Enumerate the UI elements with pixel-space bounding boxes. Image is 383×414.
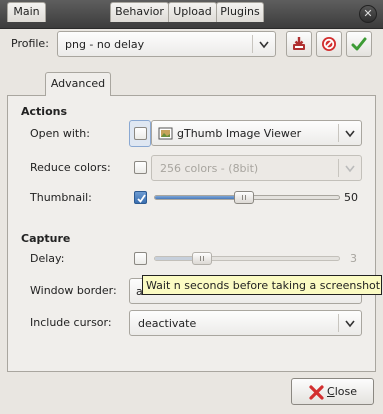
tab-upload[interactable]: Upload bbox=[168, 2, 217, 22]
close-label: Close bbox=[327, 385, 357, 398]
profile-combo[interactable]: png - no delay bbox=[57, 31, 276, 57]
open-with-combo[interactable]: gThumb Image Viewer bbox=[151, 120, 362, 146]
tab-behavior[interactable]: Behavior bbox=[110, 2, 169, 22]
include-cursor-label: Include cursor: bbox=[30, 316, 112, 329]
reduce-colors-label: Reduce colors: bbox=[30, 161, 111, 174]
tab-plugins[interactable]: Plugins bbox=[216, 2, 264, 22]
delay-value: 3 bbox=[350, 252, 357, 265]
profile-label: Profile: bbox=[11, 37, 49, 50]
delay-slider[interactable] bbox=[154, 256, 340, 261]
chevron-down-icon bbox=[345, 165, 355, 173]
actions-heading: Actions bbox=[21, 105, 67, 118]
chevron-down-icon bbox=[345, 130, 355, 138]
reduce-colors-checkbox[interactable] bbox=[134, 161, 147, 174]
apply-profile-button[interactable] bbox=[346, 31, 372, 57]
open-with-label: Open with: bbox=[30, 127, 90, 140]
delay-label: Delay: bbox=[30, 252, 65, 265]
combo-separator bbox=[252, 35, 253, 53]
apply-profile-icon bbox=[351, 37, 367, 51]
tab-advanced[interactable]: Advanced bbox=[45, 72, 111, 96]
delay-tooltip: Wait n seconds before taking a screensho… bbox=[142, 275, 382, 295]
chevron-down-icon bbox=[259, 41, 269, 49]
thumbnail-value: 50 bbox=[344, 191, 358, 204]
close-button[interactable]: Close bbox=[291, 378, 374, 405]
tab-main[interactable]: Main bbox=[7, 2, 46, 22]
close-x-icon bbox=[309, 385, 324, 400]
delay-checkbox[interactable] bbox=[134, 252, 147, 265]
reduce-colors-combo[interactable]: 256 colors - (8bit) bbox=[151, 155, 362, 181]
include-cursor-value: deactivate bbox=[138, 317, 197, 330]
save-profile-icon bbox=[293, 37, 305, 50]
capture-heading: Capture bbox=[21, 232, 71, 245]
reduce-colors-value: 256 colors - (8bit) bbox=[160, 162, 259, 175]
save-profile-button[interactable] bbox=[286, 31, 312, 57]
gthumb-icon bbox=[158, 127, 173, 140]
close-icon[interactable]: ✕ bbox=[359, 5, 377, 23]
delete-profile-icon bbox=[322, 37, 336, 51]
thumbnail-checkbox[interactable] bbox=[134, 191, 147, 204]
open-with-value: gThumb Image Viewer bbox=[177, 127, 302, 140]
chevron-down-icon bbox=[345, 320, 355, 328]
thumbnail-label: Thumbnail: bbox=[30, 191, 92, 204]
profile-value: png - no delay bbox=[65, 38, 145, 51]
open-with-checkbox[interactable] bbox=[134, 127, 147, 140]
include-cursor-combo[interactable]: deactivate bbox=[129, 310, 362, 336]
thumbnail-slider-handle[interactable] bbox=[234, 191, 254, 204]
checkmark-icon bbox=[137, 194, 146, 203]
delay-slider-handle[interactable] bbox=[192, 252, 212, 265]
window-border-label: Window border: bbox=[30, 284, 117, 297]
delete-profile-button[interactable] bbox=[316, 31, 342, 57]
